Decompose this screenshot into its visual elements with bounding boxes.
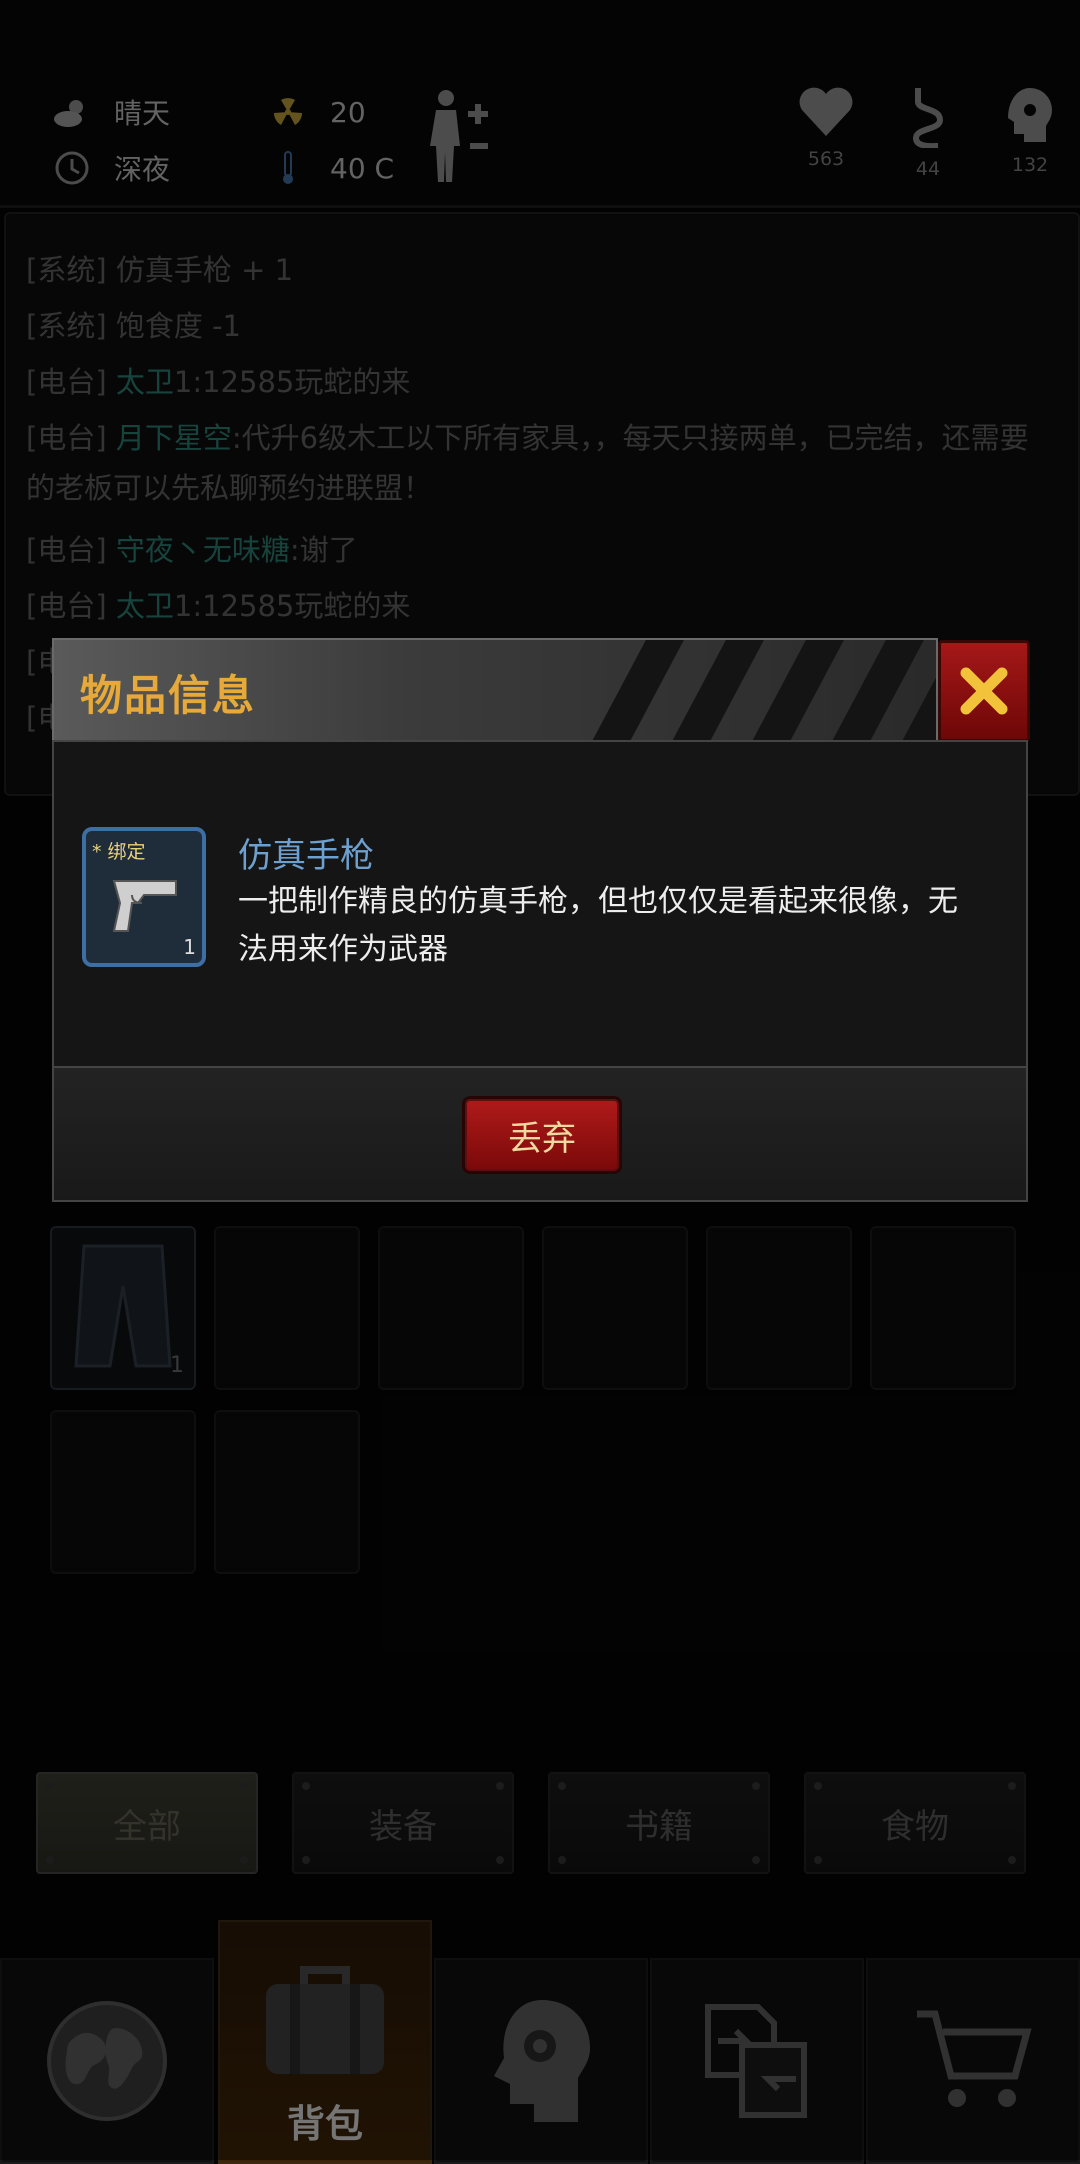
item-count: 1 [183,935,196,959]
close-icon [960,667,1008,715]
modal-header: 物品信息 [52,638,938,742]
bound-badge: * 绑定 [92,841,146,863]
close-button[interactable] [938,640,1030,742]
pistol-icon [112,880,177,932]
discard-button[interactable]: 丢弃 [462,1096,622,1174]
modal-title: 物品信息 [80,671,257,720]
item-icon-frame: * 绑定 1 [82,827,206,967]
item-name: 仿真手枪 [238,836,374,876]
item-description: 一把制作精良的仿真手枪，但也仅仅是看起来很像，无法用来作为武器 [238,884,958,967]
